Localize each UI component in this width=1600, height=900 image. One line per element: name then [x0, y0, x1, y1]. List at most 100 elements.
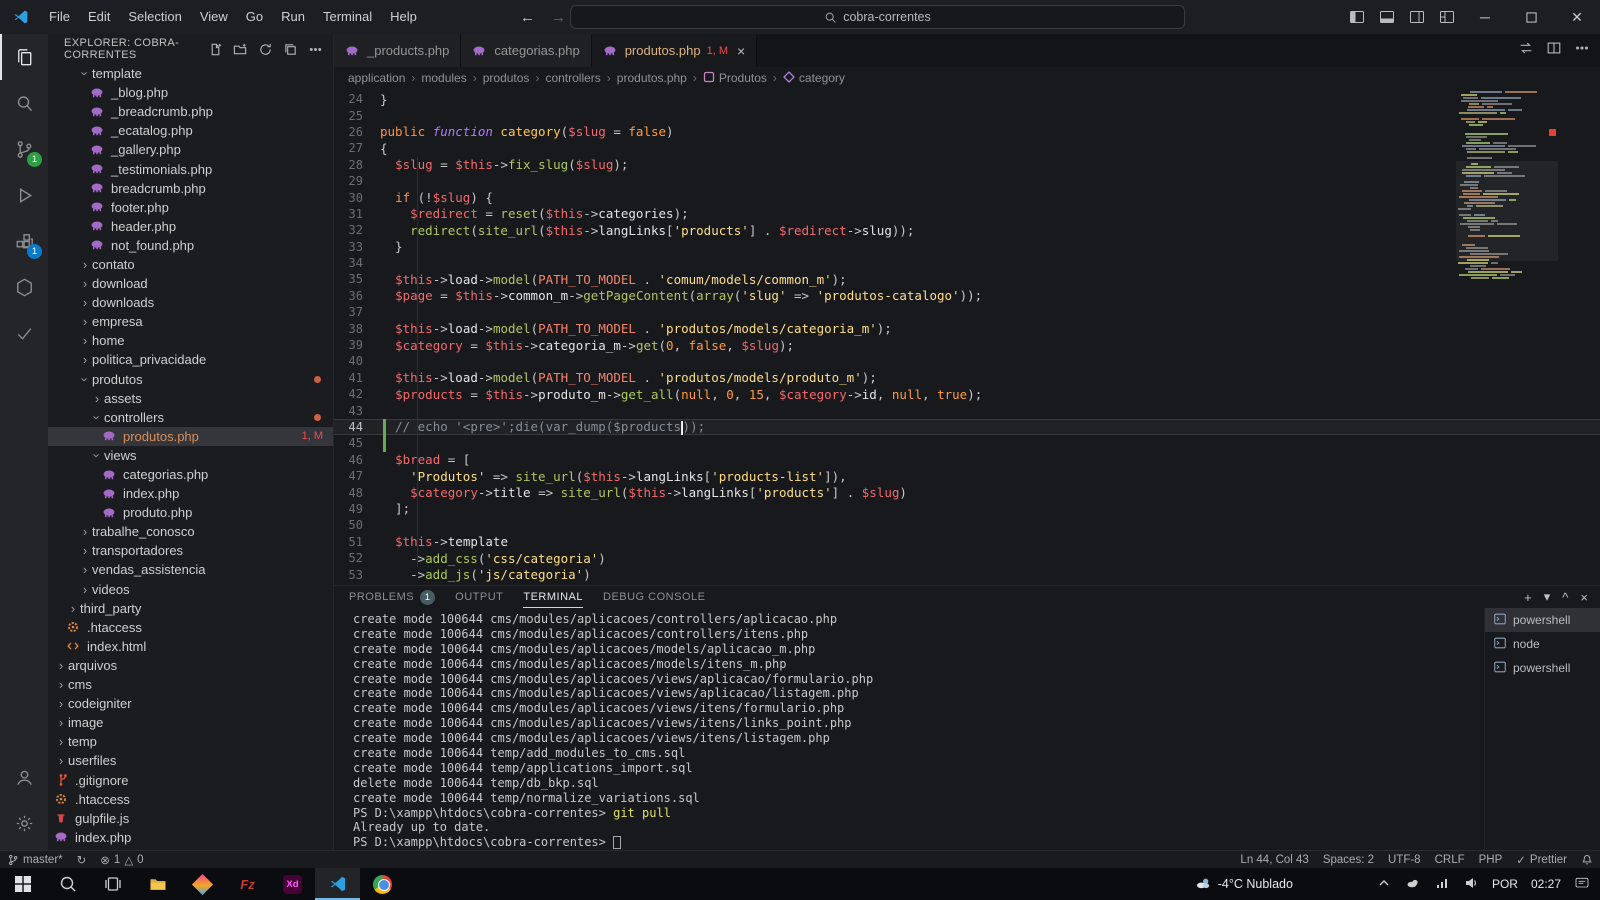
- tab-_products.php[interactable]: _products.php: [334, 34, 461, 67]
- tree-folder-contato[interactable]: ›contato: [48, 255, 333, 274]
- run-debug-icon[interactable]: [0, 172, 48, 218]
- tree-folder-empresa[interactable]: ›empresa: [48, 312, 333, 331]
- back-icon[interactable]: ←: [520, 9, 535, 26]
- breadcrumb-category[interactable]: category: [783, 71, 845, 86]
- tree-folder-assets[interactable]: ›assets: [48, 389, 333, 408]
- code-line-30[interactable]: 30 if (!$slug) {: [334, 189, 1600, 205]
- tree-file-_gallery.php[interactable]: _gallery.php: [48, 140, 333, 159]
- code-line-39[interactable]: 39 $category = $this->categoria_m->get(0…: [334, 337, 1600, 353]
- code-line-26[interactable]: 26public function category($slug = false…: [334, 124, 1600, 140]
- code-line-29[interactable]: 29: [334, 173, 1600, 189]
- code-line-25[interactable]: 25: [334, 107, 1600, 123]
- new-folder-icon[interactable]: [230, 39, 250, 59]
- code-line-27[interactable]: 27{: [334, 140, 1600, 156]
- taskbar-colorful-app-icon[interactable]: [180, 868, 225, 900]
- taskbar-file-explorer-icon[interactable]: [135, 868, 180, 900]
- tree-file-breadcrumb.php[interactable]: breadcrumb.php: [48, 179, 333, 198]
- code-line-44[interactable]: 44 // echo '<pre>';die(var_dump($product…: [334, 419, 1600, 435]
- breadcrumb-produtos[interactable]: produtos: [483, 71, 530, 85]
- search-icon[interactable]: [0, 80, 48, 126]
- breadcrumb-application[interactable]: application: [348, 71, 405, 85]
- breadcrumb-Produtos[interactable]: Produtos: [703, 71, 767, 86]
- toggle-panel-icon[interactable]: [1374, 5, 1400, 29]
- tree-file-.htaccess[interactable]: .htaccess: [48, 790, 333, 809]
- taskbar-task-view-icon[interactable]: [90, 868, 135, 900]
- code-line-41[interactable]: 41 $this->load->model(PATH_TO_MODEL . 'p…: [334, 370, 1600, 386]
- taskbar-chrome-icon[interactable]: [360, 868, 405, 900]
- notifications-bell-icon[interactable]: [1574, 851, 1600, 869]
- collapse-all-icon[interactable]: [280, 39, 300, 59]
- terminal-output[interactable]: create mode 100644 cms/modules/aplicacoe…: [334, 608, 1484, 850]
- terminal-dropdown-icon[interactable]: ▾: [1544, 589, 1551, 605]
- maximize-panel-icon[interactable]: ^: [1562, 590, 1568, 605]
- cursor-position[interactable]: Ln 44, Col 43: [1233, 851, 1315, 869]
- explorer-icon[interactable]: [0, 34, 48, 80]
- code-line-28[interactable]: 28 $slug = $this->fix_slug($slug);: [334, 157, 1600, 173]
- weather-widget[interactable]: -4°C Nublado: [1195, 876, 1293, 892]
- code-line-47[interactable]: 47 'Produtos' => site_url($this->langLin…: [334, 468, 1600, 484]
- new-file-icon[interactable]: [205, 39, 225, 59]
- account-icon[interactable]: [0, 754, 48, 800]
- sync-icon[interactable]: ↻: [70, 851, 94, 869]
- extensions-icon[interactable]: 1: [0, 218, 48, 264]
- taskbar-adobe-xd-icon[interactable]: Xd: [270, 868, 315, 900]
- terminal-instance-powershell[interactable]: powershell: [1485, 656, 1600, 680]
- notification-center-icon[interactable]: [1574, 875, 1590, 894]
- tree-folder-cms[interactable]: ›cms: [48, 675, 333, 694]
- code-line-51[interactable]: 51 $this->template: [334, 534, 1600, 550]
- problems-item[interactable]: ⊗1 △0: [93, 851, 150, 869]
- tree-file-footer.php[interactable]: footer.php: [48, 198, 333, 217]
- code-line-32[interactable]: 32 redirect(site_url($this->langLinks['p…: [334, 222, 1600, 238]
- tree-folder-views[interactable]: ›views: [48, 446, 333, 465]
- minimap-slider[interactable]: [1456, 161, 1558, 261]
- terminal-instance-powershell[interactable]: powershell: [1485, 608, 1600, 632]
- tree-file-.htaccess[interactable]: .htaccess: [48, 618, 333, 637]
- code-line-49[interactable]: 49 ];: [334, 501, 1600, 517]
- tree-folder-videos[interactable]: ›videos: [48, 580, 333, 599]
- panel-tab-problems[interactable]: PROBLEMS1: [349, 586, 435, 608]
- code-editor[interactable]: 24}2526public function category($slug = …: [334, 89, 1600, 585]
- command-center-search[interactable]: cobra-correntes: [570, 5, 1185, 29]
- code-line-46[interactable]: 46 $bread = [: [334, 452, 1600, 468]
- code-line-53[interactable]: 53 ->add_js('js/categoria'): [334, 566, 1600, 582]
- menu-go[interactable]: Go: [237, 5, 272, 29]
- settings-icon[interactable]: [0, 800, 48, 846]
- close-button[interactable]: ✕: [1554, 0, 1600, 34]
- taskbar-vscode-icon[interactable]: [315, 868, 360, 900]
- tree-file-categorias.php[interactable]: categorias.php: [48, 465, 333, 484]
- tree-folder-arquivos[interactable]: ›arquivos: [48, 656, 333, 675]
- menu-file[interactable]: File: [40, 5, 79, 29]
- eol-sequence[interactable]: CRLF: [1428, 851, 1472, 869]
- indentation[interactable]: Spaces: 2: [1316, 851, 1381, 869]
- tree-folder-produtos[interactable]: ›produtos: [48, 370, 333, 389]
- panel-tab-terminal[interactable]: TERMINAL: [523, 586, 583, 608]
- tree-folder-third_party[interactable]: ›third_party: [48, 599, 333, 618]
- terminal-instance-node[interactable]: node: [1485, 632, 1600, 656]
- menu-edit[interactable]: Edit: [79, 5, 119, 29]
- onedrive-icon[interactable]: [1405, 875, 1421, 894]
- tree-folder-temp[interactable]: ›temp: [48, 732, 333, 751]
- code-line-34[interactable]: 34: [334, 255, 1600, 271]
- code-line-33[interactable]: 33 }: [334, 239, 1600, 255]
- code-line-31[interactable]: 31 $redirect = reset($this->categories);: [334, 206, 1600, 222]
- code-line-52[interactable]: 52 ->add_css('css/categoria'): [334, 550, 1600, 566]
- tree-file-_breadcrumb.php[interactable]: _breadcrumb.php: [48, 102, 333, 121]
- taskbar-start-icon[interactable]: [0, 868, 45, 900]
- clock[interactable]: 02:27: [1531, 877, 1561, 891]
- toggle-secondary-sidebar-icon[interactable]: [1404, 5, 1430, 29]
- breadcrumb-controllers[interactable]: controllers: [545, 71, 600, 85]
- input-language[interactable]: POR: [1492, 877, 1518, 891]
- testing-icon[interactable]: [0, 310, 48, 356]
- tree-folder-home[interactable]: ›home: [48, 331, 333, 350]
- minimize-button[interactable]: ─: [1462, 0, 1508, 34]
- code-line-35[interactable]: 35 $this->load->model(PATH_TO_MODEL . 'c…: [334, 271, 1600, 287]
- tree-folder-vendas_assistencia[interactable]: ›vendas_assistencia: [48, 560, 333, 579]
- volume-icon[interactable]: [1463, 875, 1479, 894]
- tree-file-header.php[interactable]: header.php: [48, 217, 333, 236]
- tree-folder-userfiles[interactable]: ›userfiles: [48, 751, 333, 770]
- code-line-42[interactable]: 42 $products = $this->produto_m->get_all…: [334, 386, 1600, 402]
- tree-file-.gitignore[interactable]: .gitignore: [48, 770, 333, 789]
- taskbar-filezilla-icon[interactable]: Fz: [225, 868, 270, 900]
- code-line-45[interactable]: 45: [334, 435, 1600, 451]
- tree-file-index.php[interactable]: index.php: [48, 484, 333, 503]
